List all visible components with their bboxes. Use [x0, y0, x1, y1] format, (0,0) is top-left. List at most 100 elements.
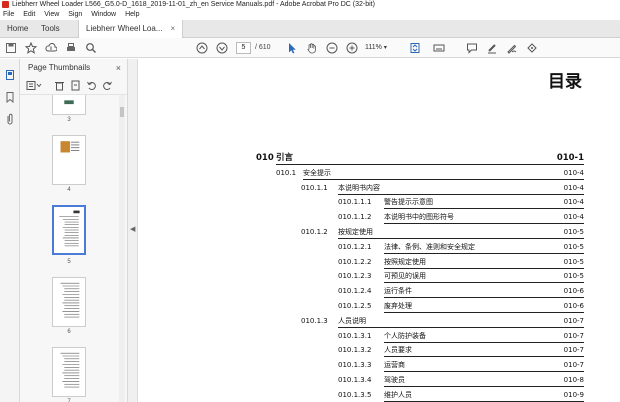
toc-heading: 目录: [548, 72, 582, 92]
toc-section-number: 010.1.2.4: [338, 287, 372, 296]
page-thumbnail[interactable]: [52, 277, 86, 327]
page-thumbnail[interactable]: [52, 135, 86, 185]
page-thumbnail[interactable]: [52, 347, 86, 397]
insert-page-icon[interactable]: [70, 80, 81, 91]
toc-underline: [384, 223, 584, 225]
toc-row[interactable]: 010.1.1.1 警告提示示意图 010-4: [338, 196, 584, 210]
toc-section-number: 010.1.2.3: [338, 272, 372, 281]
toc-row[interactable]: 010.1.1 本说明书内容 010-4: [301, 182, 584, 195]
toc-section-number: 010.1.2: [301, 228, 328, 236]
stamp-icon[interactable]: [525, 41, 539, 55]
save-icon[interactable]: [4, 41, 18, 55]
toc-row[interactable]: 010.1.3.4 驾驶员 010-8: [338, 374, 584, 387]
toc-underline: [384, 371, 584, 373]
toc-underline: [384, 386, 584, 387]
page-thumbnail-selected[interactable]: [52, 205, 86, 255]
bookmarks-icon[interactable]: [4, 91, 16, 104]
toc-section-number: 010.1.2.5: [338, 302, 372, 310]
toc-row[interactable]: 010.1.3 人员说明 010-7: [301, 315, 584, 328]
rotate-counterclockwise-icon[interactable]: [86, 80, 97, 91]
toc-underline: [384, 282, 584, 284]
toc-section-number: 010.1.3.4: [338, 376, 372, 384]
toc-section-number: 010.1.3.5: [338, 390, 372, 399]
toc-underline: [338, 238, 584, 239]
panel-toolbar: [20, 77, 127, 95]
zoom-level-select[interactable]: 111% ▾: [365, 42, 395, 54]
tab-home[interactable]: Home: [0, 20, 35, 38]
toc-row[interactable]: 010.1.3.3 运营商 010-7: [338, 359, 584, 373]
toc-section-number: 010.1.3.2: [338, 346, 372, 355]
delete-page-icon[interactable]: [54, 80, 65, 91]
tab-close-icon[interactable]: ×: [171, 24, 176, 33]
toc-row[interactable]: 010.1.2.1 法律、条例、准则和安全规定 010-5: [338, 241, 584, 254]
keyboard-icon[interactable]: [432, 41, 446, 55]
zoom-out-icon[interactable]: [325, 41, 339, 55]
select-cursor-icon[interactable]: [285, 41, 299, 55]
toc-row[interactable]: 010.1.3.1 个人防护装备 010-7: [338, 330, 584, 343]
toc-row[interactable]: 010.1.2 按规定使用 010-5: [301, 226, 584, 239]
toc-section-number: 010.1.3: [301, 316, 328, 325]
toc-underline: [384, 341, 584, 343]
toc-section-number: 010.1.2.1: [338, 242, 372, 251]
hand-tool-icon[interactable]: [305, 41, 319, 55]
acrobat-app-icon: [2, 1, 9, 8]
thumbnail-scrollbar[interactable]: [119, 95, 125, 402]
rotate-clockwise-icon[interactable]: [102, 80, 113, 91]
scrollbar-thumb[interactable]: [120, 107, 124, 117]
toc-row[interactable]: 010.1 安全提示 010-4: [276, 167, 584, 180]
attachment-paperclip-icon[interactable]: [4, 113, 16, 125]
tab-document[interactable]: Liebherr Wheel Loa... ×: [78, 20, 184, 39]
toc-row[interactable]: 010.1.2.2 按照规定使用 010-5: [338, 256, 584, 269]
tab-tools[interactable]: Tools: [34, 20, 67, 38]
toc-underline: [338, 326, 584, 328]
next-page-icon[interactable]: [215, 41, 229, 55]
comment-icon[interactable]: [465, 41, 479, 55]
menu-window[interactable]: Window: [91, 11, 116, 18]
upload-cloud-icon[interactable]: [44, 41, 58, 55]
page-total-label: / 610: [255, 44, 271, 51]
menu-edit[interactable]: Edit: [23, 11, 35, 18]
previous-page-icon[interactable]: [195, 41, 209, 55]
thumbnail-page-number: 3: [67, 117, 71, 123]
menu-file[interactable]: File: [3, 11, 14, 18]
menu-help[interactable]: Help: [125, 11, 139, 18]
thumbnail-options-icon[interactable]: [26, 80, 42, 91]
draw-pen-icon[interactable]: [505, 41, 519, 55]
toc-underline: [384, 356, 584, 358]
tab-document-label: Liebherr Wheel Loa...: [86, 24, 163, 33]
menu-sign[interactable]: Sign: [68, 11, 82, 18]
zoom-in-icon[interactable]: [345, 41, 359, 55]
toc-section-number: 010.1.1.2: [338, 213, 372, 222]
toc-row[interactable]: 010.1.3.5 维护人员 010-9: [338, 389, 584, 402]
tab-bar: Home Tools Liebherr Wheel Loa... ×: [0, 20, 620, 39]
toc-underline: [384, 267, 584, 269]
fit-page-icon[interactable]: [408, 41, 422, 55]
toc-row[interactable]: 010.1.1.2 本说明书中的图形符号 010-4: [338, 211, 584, 225]
page-thumbnails-panel: Page Thumbnails × 3 4 5 6 7: [20, 59, 128, 402]
panel-collapse-handle[interactable]: ◀: [128, 59, 138, 402]
toc-row[interactable]: 010 引言 010-1: [256, 152, 584, 165]
menu-bar: File Edit View Sign Window Help: [0, 10, 620, 20]
window-titlebar: Liebherr Wheel Loader L566_G5.0-D_1618_2…: [0, 0, 620, 10]
page-number-input[interactable]: 5: [236, 42, 251, 54]
toc-section-number: 010.1.1.1: [338, 198, 372, 207]
toc-row[interactable]: 010.1.2.3 可预见的误用 010-5: [338, 270, 584, 284]
toc-section-number: 010.1: [276, 168, 297, 177]
thumbnail-page-number: 5: [67, 259, 71, 265]
print-icon[interactable]: [64, 41, 78, 55]
toc-row[interactable]: 010.1.2.5 废弃处理 010-6: [338, 300, 584, 313]
menu-view[interactable]: View: [44, 11, 59, 18]
toc-underline: [384, 297, 584, 299]
toc-underline: [276, 164, 584, 165]
toc-row[interactable]: 010.1.2.4 运行条件 010-6: [338, 285, 584, 299]
toc-underline: [384, 312, 584, 313]
toc-row[interactable]: 010.1.3.2 人员要求 010-7: [338, 344, 584, 358]
thumbnail-page-number: 4: [67, 187, 71, 193]
highlight-pen-icon[interactable]: [485, 41, 499, 55]
page-thumbnail[interactable]: [52, 95, 86, 115]
panel-close-icon[interactable]: ×: [116, 59, 121, 77]
bookmark-star-icon[interactable]: [24, 41, 38, 55]
page-thumbnails-icon[interactable]: [4, 69, 16, 81]
search-icon[interactable]: [84, 41, 98, 55]
window-title: Liebherr Wheel Loader L566_G5.0-D_1618_2…: [12, 1, 375, 8]
